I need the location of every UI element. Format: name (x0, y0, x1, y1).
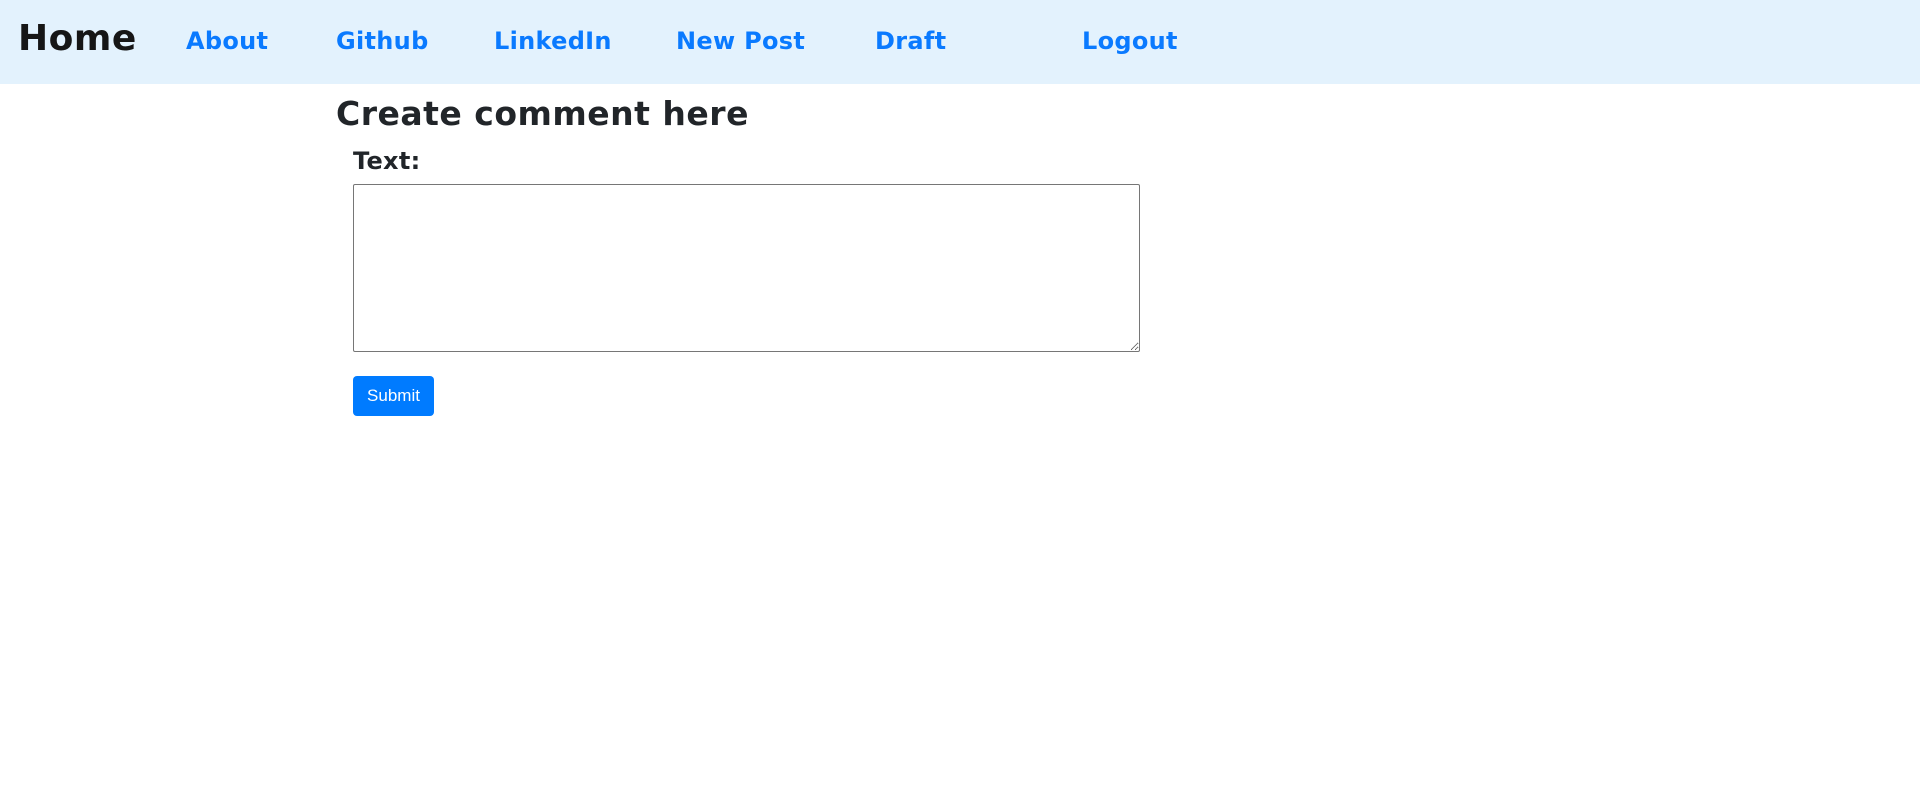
nav-link-linkedin[interactable]: LinkedIn (494, 24, 612, 58)
submit-button[interactable]: Submit (353, 376, 434, 416)
page-title: Create comment here (336, 94, 749, 133)
home-link[interactable]: Home (18, 16, 137, 62)
comment-text-input[interactable] (353, 184, 1140, 352)
nav-link-github[interactable]: Github (336, 24, 429, 58)
nav-link-logout[interactable]: Logout (1082, 24, 1178, 58)
nav-link-draft[interactable]: Draft (875, 24, 946, 58)
nav-link-about[interactable]: About (186, 24, 268, 58)
text-label: Text: (353, 147, 421, 175)
top-navbar: Home About Github LinkedIn New Post Draf… (0, 0, 1920, 84)
nav-link-new-post[interactable]: New Post (676, 24, 805, 58)
